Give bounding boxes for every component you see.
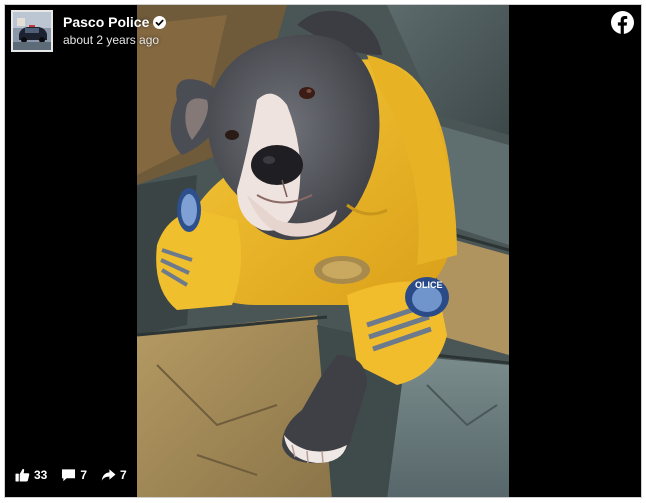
thumbs-up-icon: [15, 468, 30, 482]
police-car-avatar-icon: [13, 12, 51, 50]
page-name-row: Pasco Police: [63, 14, 167, 31]
svg-text:OLICE: OLICE: [415, 280, 443, 290]
facebook-post-embed: OLICE Pasco Police about 2 years ago 33 …: [4, 4, 642, 498]
post-meta: Pasco Police about 2 years ago: [63, 14, 167, 48]
verified-badge-icon: [153, 16, 167, 29]
post-header: Pasco Police about 2 years ago: [11, 10, 167, 52]
like-count-button[interactable]: 33: [15, 468, 47, 482]
post-photo[interactable]: OLICE: [137, 5, 509, 497]
facebook-logo-icon[interactable]: [611, 11, 634, 34]
dog-in-uniform-image: OLICE: [137, 5, 509, 497]
share-count-button[interactable]: 7: [101, 468, 127, 482]
share-count: 7: [120, 468, 127, 482]
comment-count: 7: [80, 468, 88, 482]
page-avatar[interactable]: [11, 10, 53, 52]
post-timestamp[interactable]: about 2 years ago: [63, 32, 166, 48]
post-footer: 33 7 7: [15, 468, 141, 482]
like-count: 33: [34, 468, 48, 482]
share-arrow-icon: [101, 469, 116, 481]
comment-count-button[interactable]: 7: [61, 468, 87, 482]
page-name[interactable]: Pasco Police: [63, 14, 149, 31]
comment-bubble-icon: [62, 469, 76, 482]
